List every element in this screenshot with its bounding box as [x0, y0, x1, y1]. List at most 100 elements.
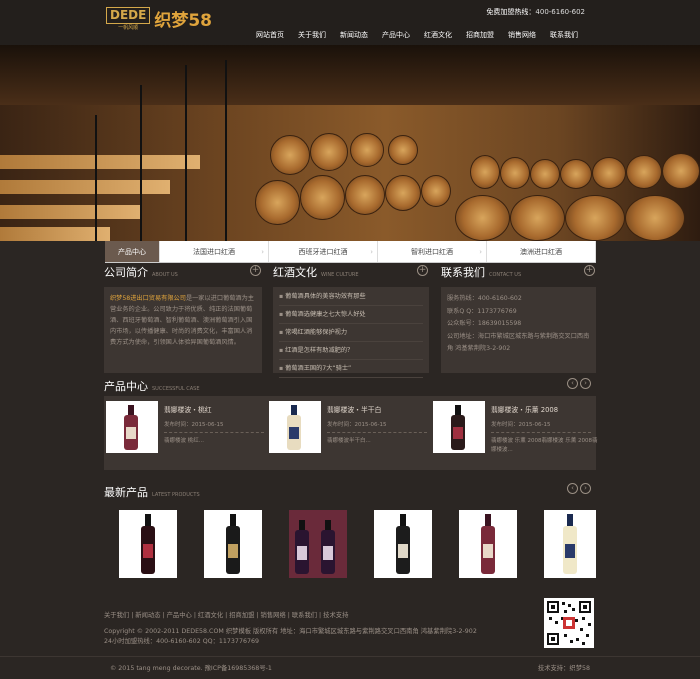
product-date: 发布时间：2015-06-15: [164, 420, 264, 433]
contact-title: 联系我们: [441, 266, 485, 279]
plus-icon[interactable]: +: [417, 265, 428, 276]
product-date: 发布时间：2015-06-15: [327, 420, 427, 433]
latest-product-image[interactable]: [204, 510, 262, 578]
nav-home[interactable]: 网站首页: [249, 30, 291, 40]
footer-links[interactable]: 关于我们 | 新闻动态 | 产品中心 | 红酒文化 | 招商加盟 | 销售网络 …: [104, 610, 596, 619]
list-item[interactable]: 红酒是怎样有助减肥的？: [279, 342, 423, 360]
products-title-en: SUCCESSFUL CASE: [152, 386, 200, 392]
culture-section: 红酒文化 WINE CULTURE + 葡萄酒具体的美容功效有那些 葡萄酒选健康…: [273, 264, 429, 378]
product-name[interactable]: 翡娜楼波・半干白: [327, 404, 381, 414]
barrel-image: [592, 157, 626, 189]
banner-rail: [95, 115, 97, 241]
latest-product-image[interactable]: [459, 510, 517, 578]
latest-title: 最新产品: [104, 486, 148, 499]
nav-news[interactable]: 新闻动态: [333, 30, 375, 40]
barrel-image: [421, 175, 451, 207]
banner-rail: [185, 65, 187, 241]
product-desc: 翡娜楼波半干白...: [327, 438, 371, 444]
about-title: 公司简介: [104, 266, 148, 279]
tab-france[interactable]: 法国进口红酒 ›: [160, 241, 269, 262]
banner-rail: [140, 85, 142, 241]
wine-bottle-icon: [396, 514, 410, 574]
tab-chile[interactable]: 智利进口红酒 ›: [378, 241, 487, 262]
tab-australia[interactable]: 澳洲进口红酒: [487, 241, 596, 262]
latest-product-image[interactable]: [544, 510, 596, 578]
nav-contact[interactable]: 联系我们: [543, 30, 585, 40]
product-desc: 翡娜楼波 桃红...: [164, 438, 204, 444]
contact-line: 公司地址：海口市繁城区城东路与紫荆路交叉口西南角 鸿基紫荆院3-2-902: [447, 332, 590, 353]
list-item[interactable]: 常喝红酒能够保护视力: [279, 324, 423, 342]
latest-product-image[interactable]: [374, 510, 432, 578]
culture-list: 葡萄酒具体的美容功效有那些 葡萄酒选健康之七大惊人好处 常喝红酒能够保护视力 红…: [279, 288, 423, 378]
qr-code: [544, 598, 594, 648]
barrel-image: [300, 175, 345, 220]
barrel-image: [560, 159, 592, 189]
category-tabs: 产品中心 法国进口红酒 › 西班牙进口红酒 › 智利进口红酒 › 澳洲进口红酒: [105, 241, 596, 263]
wine-bottle-icon: [226, 514, 240, 574]
products-heading: 产品中心 SUCCESSFUL CASE: [104, 378, 199, 394]
barrel-image: [500, 157, 530, 189]
about-body: 是一家以进口葡萄酒为主营业务的企业。公司致力于将优质、纯正的法国葡萄酒、西班牙葡…: [110, 295, 254, 346]
logo-subtitle: 一帆风顺: [118, 24, 139, 31]
culture-title: 红酒文化: [273, 266, 317, 279]
nav-products[interactable]: 产品中心: [375, 30, 417, 40]
list-item[interactable]: 葡萄酒选健康之七大惊人好处: [279, 306, 423, 324]
chevron-right-icon[interactable]: ›: [580, 483, 591, 494]
tech-support[interactable]: 技术支持：织梦58: [538, 663, 590, 672]
tab-spain[interactable]: 西班牙进口红酒 ›: [269, 241, 378, 262]
tab-label: 澳洲进口红酒: [520, 248, 562, 256]
copyright-line: Copyright © 2002-2011 DEDE58.COM 织梦模板 版权…: [104, 628, 477, 635]
barrel-image: [350, 133, 384, 167]
barrel-image: [625, 195, 685, 241]
plus-icon[interactable]: +: [250, 265, 261, 276]
contact-line: 公众账号：18639015598: [447, 320, 522, 327]
barrel-image: [565, 195, 625, 241]
banner-stair: [0, 205, 140, 219]
wine-bottle-icon: [124, 405, 138, 450]
logo[interactable]: DEDE 一帆风顺 织梦58: [106, 6, 212, 31]
logo-text: 织梦58: [154, 11, 212, 31]
banner-stair: [0, 180, 170, 194]
wine-bottle-icon: [287, 405, 301, 450]
banner-ceiling: [0, 45, 700, 105]
product-date: 发布时间：2015-06-15: [491, 420, 591, 433]
list-item[interactable]: 葡萄酒王国的7大“骑士”: [279, 360, 423, 378]
contact-line: 服务热线：400-6160-602: [447, 295, 522, 302]
list-item[interactable]: 葡萄酒具体的美容功效有那些: [279, 288, 423, 306]
chevron-left-icon[interactable]: ‹: [567, 483, 578, 494]
product-image[interactable]: [106, 401, 158, 453]
nav-culture[interactable]: 红酒文化: [417, 30, 459, 40]
tab-label: 智利进口红酒: [411, 248, 453, 256]
product-name[interactable]: 翡娜楼波・桃红: [164, 404, 212, 414]
bottom-bar: © 2015 tang meng decorate. 豫ICP备16985368…: [0, 656, 700, 679]
chevron-left-icon[interactable]: ‹: [567, 378, 578, 389]
barrel-image: [345, 175, 385, 215]
nav-about[interactable]: 关于我们: [291, 30, 333, 40]
chevron-right-icon[interactable]: ›: [580, 378, 591, 389]
nav-join[interactable]: 招商加盟: [459, 30, 501, 40]
barrel-image: [510, 195, 565, 241]
nav-sales[interactable]: 销售网络: [501, 30, 543, 40]
company-name[interactable]: 织梦58进出口贸易有限公司: [110, 295, 186, 302]
tab-label: 法国进口红酒: [193, 248, 235, 256]
product-image[interactable]: [269, 401, 321, 453]
tab-label: 西班牙进口红酒: [298, 248, 348, 256]
contact-line: 联系Q Q：1173776769: [447, 307, 517, 315]
chevron-right-icon: ›: [261, 248, 264, 256]
contact-section: 联系我们 CONTACT US + 服务热线：400-6160-602 联系Q …: [441, 264, 596, 373]
plus-icon[interactable]: +: [584, 265, 595, 276]
hero-banner: [0, 45, 700, 241]
product-image[interactable]: [433, 401, 485, 453]
barrel-image: [270, 135, 310, 175]
culture-title-en: WINE CULTURE: [321, 272, 359, 278]
product-name[interactable]: 翡娜楼波・乐薰 2008: [491, 404, 558, 414]
barrel-image: [385, 175, 421, 211]
chevron-right-icon: ›: [479, 248, 482, 256]
latest-product-image[interactable]: [119, 510, 177, 578]
hotline-number: 400-6160-602: [535, 8, 585, 16]
latest-product-image[interactable]: [289, 510, 347, 578]
wine-bottle-icon: [563, 514, 577, 574]
tab-products[interactable]: 产品中心: [105, 241, 160, 262]
products-arrows: ‹ ›: [567, 378, 591, 389]
barrel-image: [388, 135, 418, 165]
